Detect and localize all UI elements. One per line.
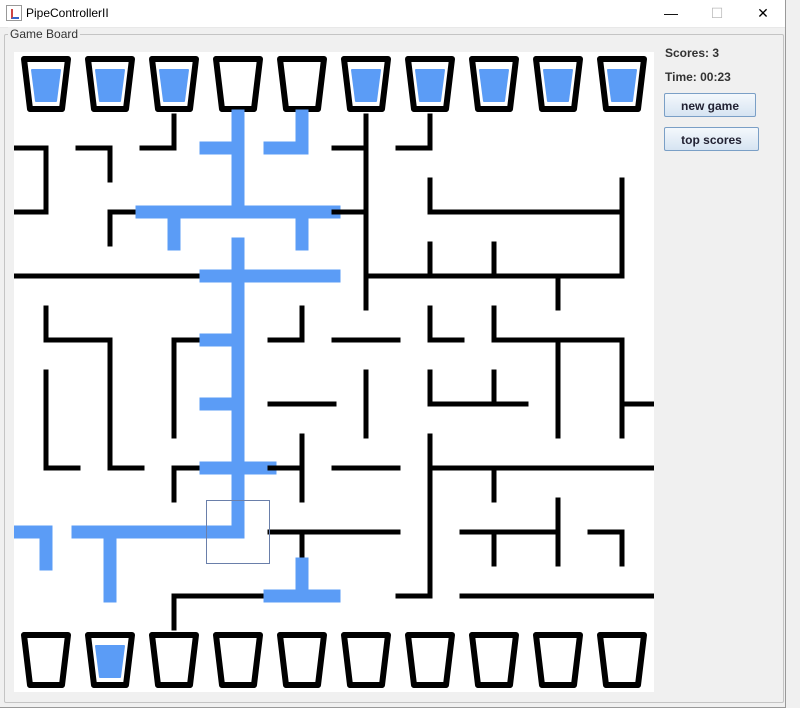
top-cup — [85, 56, 135, 112]
game-board-label: Game Board — [8, 27, 81, 41]
bottom-cup — [469, 632, 519, 688]
water-fill — [607, 69, 637, 102]
top-cup — [21, 56, 71, 112]
top-cup — [405, 56, 455, 112]
top-cup — [149, 56, 199, 112]
pipe-board[interactable] — [14, 52, 654, 692]
water-fill — [415, 69, 445, 102]
water-fill — [31, 69, 61, 102]
maximize-button[interactable]: ☐ — [694, 0, 740, 27]
close-button[interactable]: ✕ — [740, 0, 786, 27]
title-bar: PipeControllerII — ☐ ✕ — [0, 0, 786, 28]
bottom-cup — [533, 632, 583, 688]
top-cup — [597, 56, 647, 112]
bottom-cup — [21, 632, 71, 688]
window-title: PipeControllerII — [26, 6, 109, 20]
top-cup — [533, 56, 583, 112]
java-app-icon — [6, 5, 22, 21]
water-fill — [159, 69, 189, 102]
water-fill — [351, 69, 381, 102]
top-scores-button[interactable]: top scores — [664, 127, 759, 151]
water-fill — [95, 69, 125, 102]
water-fill — [95, 645, 125, 678]
bottom-cup — [405, 632, 455, 688]
bottom-cup — [597, 632, 647, 688]
bottom-cup — [341, 632, 391, 688]
score-label: Scores: 3 — [665, 46, 720, 60]
top-cup — [213, 56, 263, 112]
new-game-button[interactable]: new game — [664, 93, 756, 117]
bottom-cup — [213, 632, 263, 688]
top-cup — [277, 56, 327, 112]
top-cup — [469, 56, 519, 112]
bottom-cup — [85, 632, 135, 688]
top-cup — [341, 56, 391, 112]
bottom-cup — [149, 632, 199, 688]
time-label: Time: 00:23 — [665, 70, 731, 84]
minimize-button[interactable]: — — [648, 0, 694, 27]
water-fill — [479, 69, 509, 102]
water-fill — [543, 69, 573, 102]
bottom-cup — [277, 632, 327, 688]
